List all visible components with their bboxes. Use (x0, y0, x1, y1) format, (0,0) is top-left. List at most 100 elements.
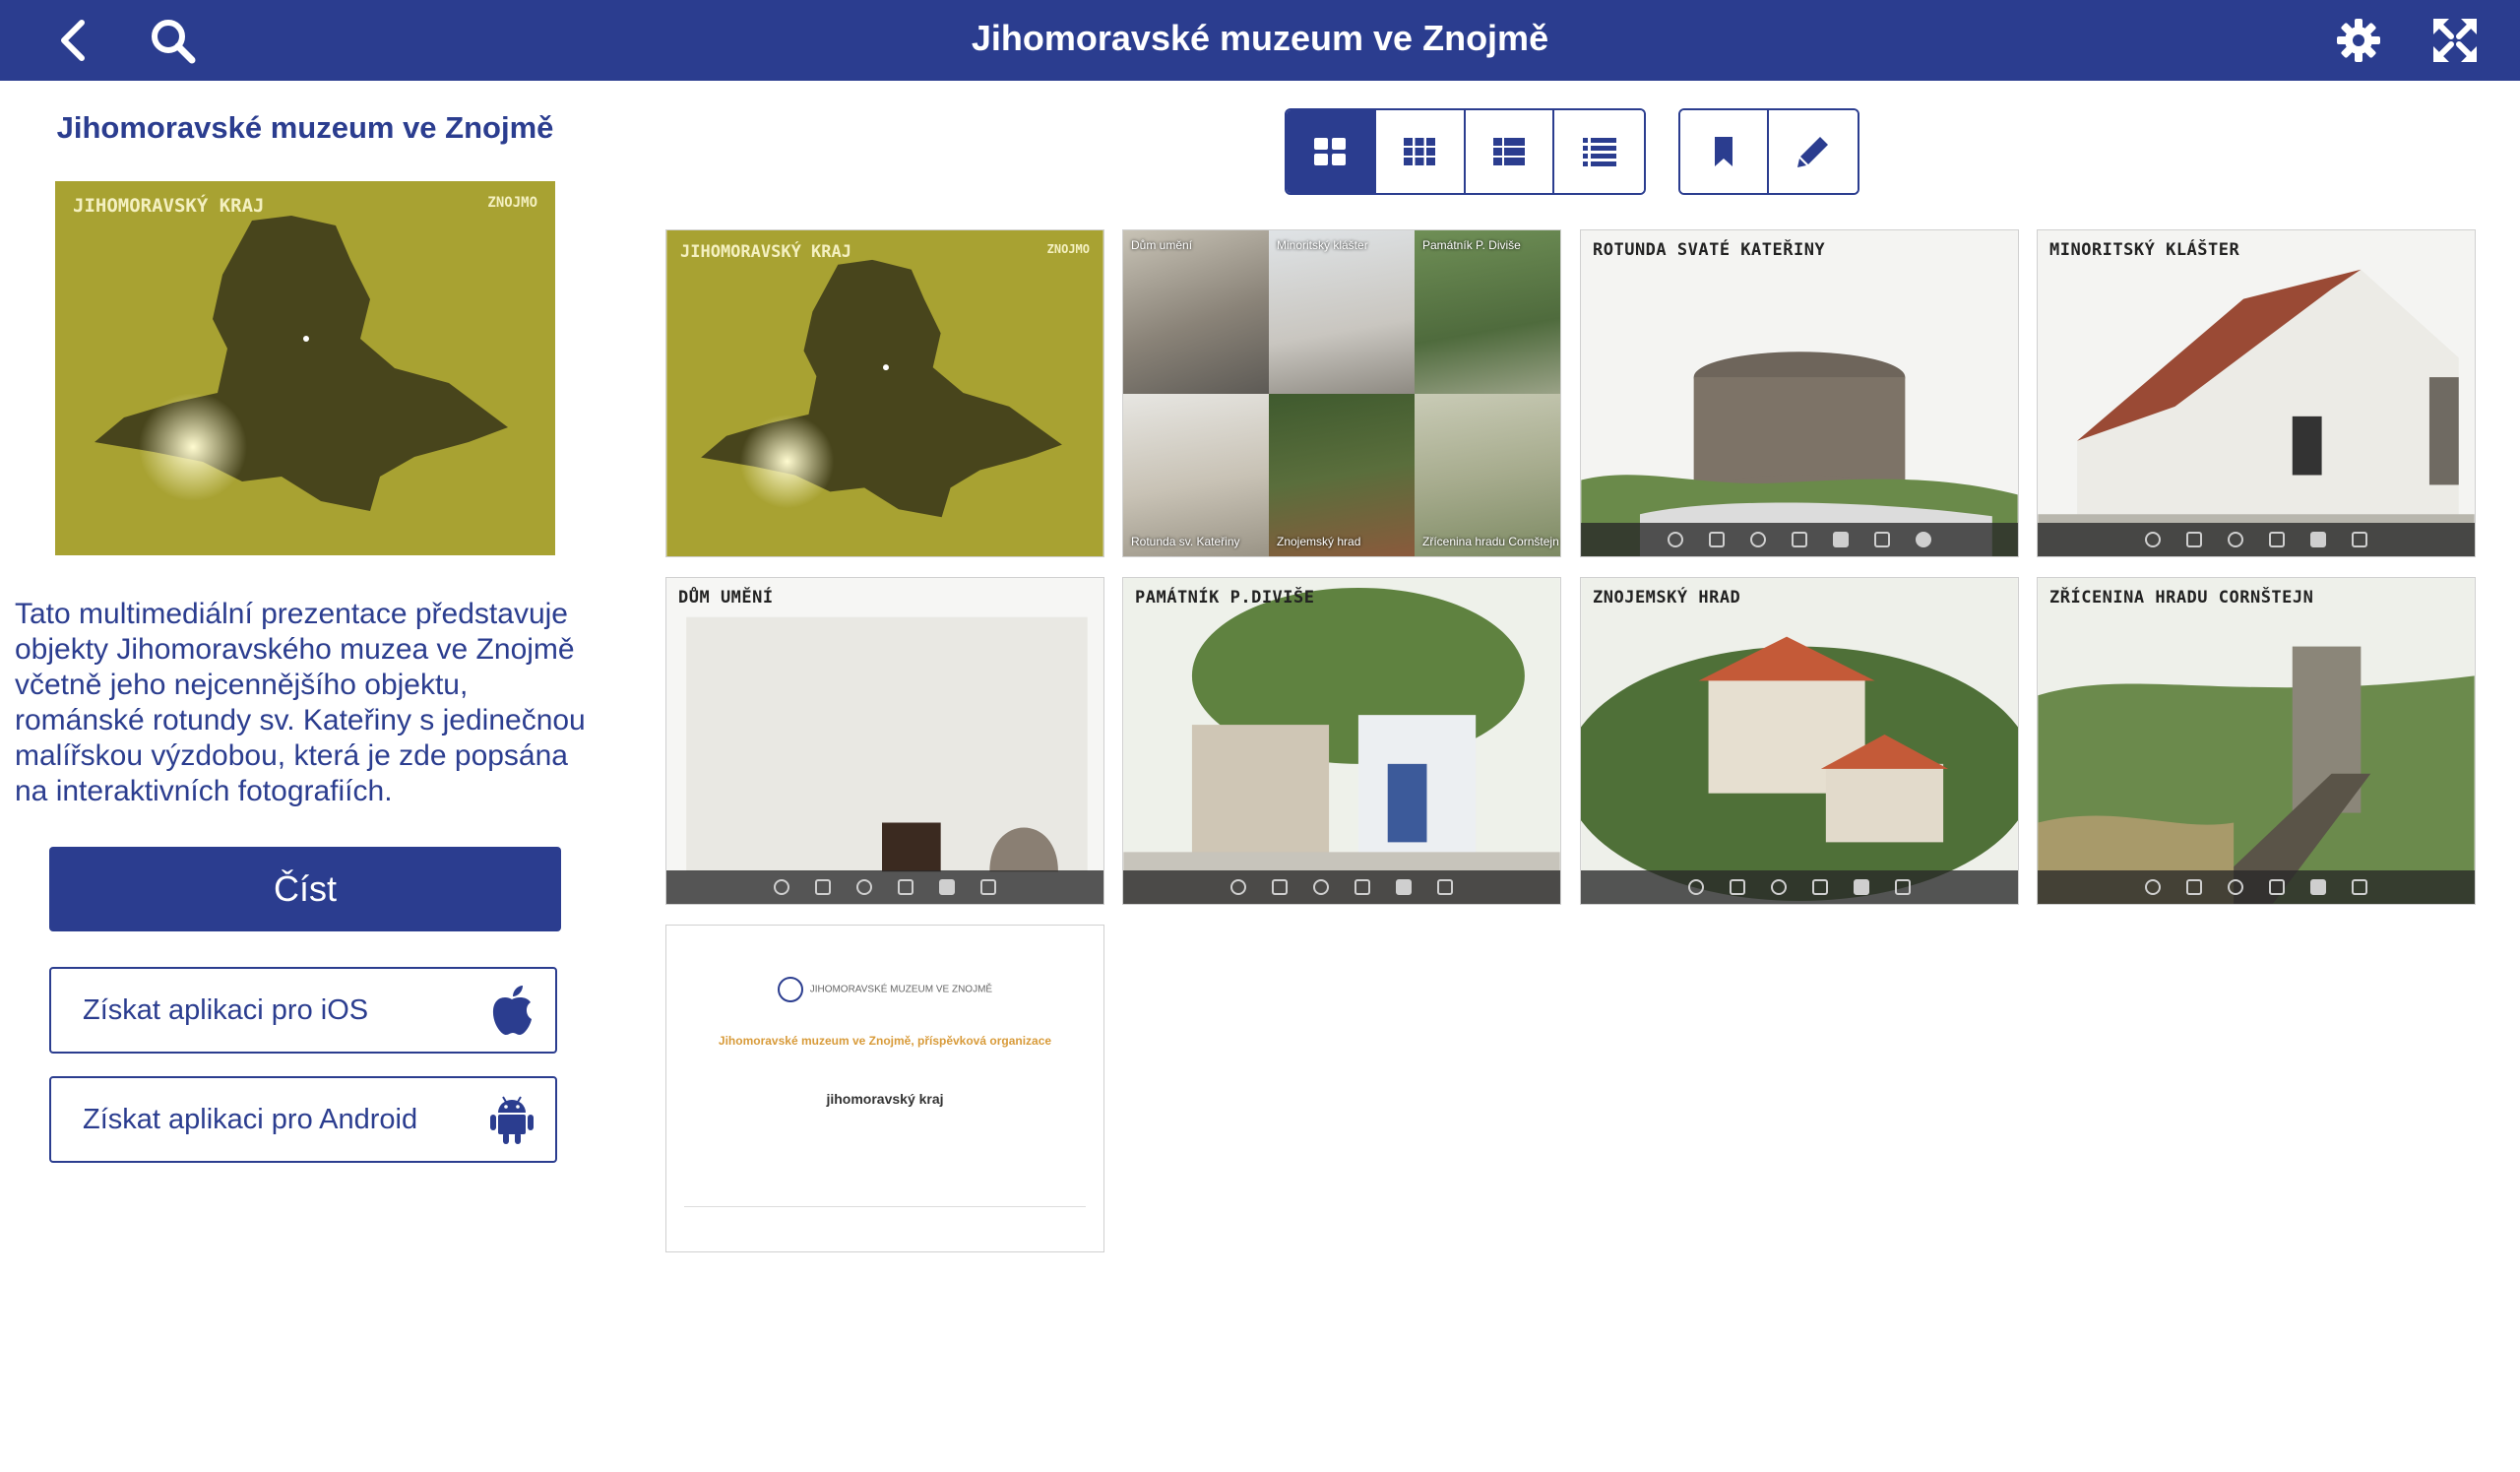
expand-icon (2433, 19, 2477, 62)
tile-label: MINORITSKÝ KLÁŠTER (2049, 240, 2240, 260)
android-app-label: Získat aplikaci pro Android (83, 1103, 418, 1135)
tile-label: DŮM UMĚNÍ (678, 588, 774, 608)
top-bar: Jihomoravské muzeum ve Znojmě (0, 0, 2520, 81)
search-button[interactable] (132, 0, 213, 81)
view-large-grid-button[interactable] (1287, 110, 1376, 193)
tile-minorite-monastery[interactable]: MINORITSKÝ KLÁŠTER (2037, 229, 2476, 557)
list-thumbnails-icon (1492, 138, 1525, 165)
android-icon (490, 1096, 534, 1144)
fullscreen-button[interactable] (2415, 0, 2495, 81)
mail-icon (2269, 879, 2285, 895)
tile-region-map[interactable]: JIHOMORAVSKÝ KRAJ ZNOJMO (665, 229, 1104, 557)
pin-icon (1313, 879, 1329, 895)
museum-logo: JIHOMORAVSKÉ MUZEUM VE ZNOJMĚ (666, 977, 1103, 1002)
mail-icon (1354, 879, 1370, 895)
phone-icon (1709, 532, 1725, 547)
clock-icon (1688, 879, 1704, 895)
view-mode-toggle (1285, 108, 1646, 195)
bookmark-icon (1715, 137, 1732, 166)
organization-name: Jihomoravské muzeum ve Znojmě, příspěvko… (718, 1034, 1052, 1048)
list-icon (1582, 138, 1616, 166)
map-region-label: JIHOMORAVSKÝ KRAJ (73, 195, 265, 217)
tile-label: ROTUNDA SVATÉ KATEŘINY (1593, 240, 1826, 260)
tools-toggle (1678, 108, 1859, 195)
sidebar-title: Jihomoravské muzeum ve Znojmě (56, 110, 554, 145)
bookmarks-button[interactable] (1680, 110, 1770, 193)
tile-rotunda[interactable]: ROTUNDA SVATÉ KATEŘINY (1580, 229, 2019, 557)
mail-icon (2269, 532, 2285, 547)
view-compact-list-button[interactable] (1554, 110, 1644, 193)
rotunda-photo (1581, 230, 2018, 556)
region-map-image (666, 230, 1103, 556)
clock-icon (2145, 879, 2161, 895)
text-icon (1895, 879, 1911, 895)
text-icon (1874, 532, 1890, 547)
photos-icon (1854, 879, 1869, 895)
pencil-icon (1797, 137, 1828, 167)
mosaic-grid: Dům umění Minoritský klášter Památník P.… (1123, 230, 1560, 556)
tile-label: PAMÁTNÍK P.DIVIŠE (1135, 588, 1315, 608)
region-map-image (55, 181, 555, 555)
mosaic-label: Rotunda sv. Kateřiny (1131, 535, 1240, 548)
clock-icon (1668, 532, 1683, 547)
search-icon (152, 20, 196, 64)
mosaic-cell: Zřícenina hradu Cornštejn (1415, 393, 1560, 556)
mosaic-label: Minoritský klášter (1277, 238, 1368, 252)
phone-icon (1730, 879, 1745, 895)
memorial-photo (1123, 578, 1560, 904)
tile-znojmo-castle[interactable]: ZNOJEMSKÝ HRAD (1580, 577, 2019, 905)
phone-icon (2186, 532, 2202, 547)
tile-overview-mosaic[interactable]: Dům umění Minoritský klášter Památník P.… (1122, 229, 1561, 557)
clock-icon (1230, 879, 1246, 895)
text-icon (2352, 532, 2367, 547)
house-of-art-photo (666, 578, 1103, 904)
tile-cornstejn-ruin[interactable]: ZŘÍCENINA HRADU CORNŠTEJN (2037, 577, 2476, 905)
tile-toolbar (666, 870, 1103, 904)
read-button[interactable]: Číst (49, 847, 561, 931)
gear-icon (2337, 19, 2380, 62)
mosaic-cell: Dům umění (1123, 230, 1269, 394)
tile-toolbar (2038, 523, 2475, 556)
phone-icon (1272, 879, 1288, 895)
pin-icon (1771, 879, 1787, 895)
view-small-grid-button[interactable] (1375, 110, 1466, 193)
tile-house-of-art[interactable]: DŮM UMĚNÍ (665, 577, 1104, 905)
tile-label: ZNOJEMSKÝ HRAD (1593, 588, 1741, 608)
description-text: Tato multimediální prezentace představuj… (15, 598, 586, 807)
text-icon (1437, 879, 1453, 895)
pin-icon (2228, 879, 2243, 895)
mail-icon (898, 879, 914, 895)
photos-icon (1396, 879, 1412, 895)
android-app-button[interactable]: Získat aplikaci pro Android (49, 1076, 557, 1163)
fine-print (684, 1206, 1086, 1237)
view-list-button[interactable] (1465, 110, 1555, 193)
monastery-photo (2038, 230, 2475, 556)
tile-label: ZŘÍCENINA HRADU CORNŠTEJN (2049, 588, 2314, 608)
tile-map-region-label: JIHOMORAVSKÝ KRAJ (680, 242, 851, 262)
cover-image[interactable]: JIHOMORAVSKÝ KRAJ ZNOJMO (55, 181, 555, 555)
grid-2x2-icon (1314, 138, 1347, 165)
region-name: jihomoravský kraj (826, 1091, 944, 1107)
mosaic-cell: Minoritský klášter (1269, 230, 1415, 394)
mosaic-label: Dům umění (1131, 238, 1193, 252)
ios-app-button[interactable]: Získat aplikaci pro iOS (49, 967, 557, 1054)
back-button[interactable] (35, 0, 116, 81)
clock-icon (774, 879, 789, 895)
pin-icon (2228, 532, 2243, 547)
mosaic-label: Památník P. Diviše (1422, 238, 1521, 252)
settings-button[interactable] (2318, 0, 2399, 81)
pin-icon (1750, 532, 1766, 547)
impressum-page: JIHOMORAVSKÉ MUZEUM VE ZNOJMĚ Jihomoravs… (666, 926, 1103, 1251)
tile-toolbar (1123, 870, 1560, 904)
mail-icon (1792, 532, 1807, 547)
clock-icon (2145, 532, 2161, 547)
logo-text: JIHOMORAVSKÉ MUZEUM VE ZNOJMĚ (809, 984, 993, 995)
tile-divis-memorial[interactable]: PAMÁTNÍK P.DIVIŠE (1122, 577, 1561, 905)
mosaic-label: Znojemský hrad (1277, 535, 1361, 548)
notes-button[interactable] (1769, 110, 1858, 193)
photos-icon (2310, 879, 2326, 895)
chevron-left-icon (61, 20, 85, 61)
castle-photo (1581, 578, 2018, 904)
mosaic-cell: Památník P. Diviše (1415, 230, 1560, 394)
tile-impressum[interactable]: JIHOMORAVSKÉ MUZEUM VE ZNOJMĚ Jihomoravs… (665, 925, 1104, 1252)
